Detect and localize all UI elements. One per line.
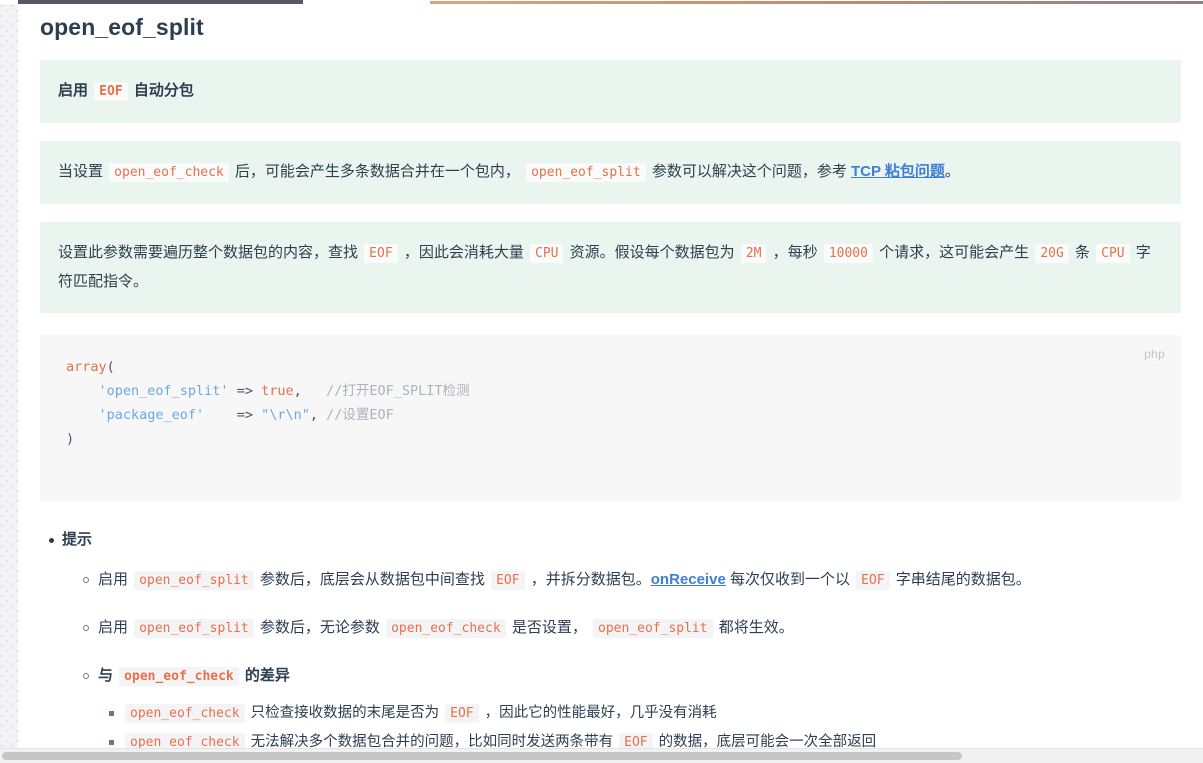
- note-1-t2: 后，可能会产生多条数据合并在一个包内，: [230, 163, 525, 180]
- top-bar-segment-left: [18, 0, 303, 4]
- top-bar-segment-right: [430, 1, 1203, 4]
- summary-callout: 启用 EOF 自动分包: [40, 60, 1181, 123]
- inline-code-open-eof-split: open_eof_split: [526, 163, 646, 182]
- inline-code-2m: 2M: [740, 244, 767, 263]
- code-token-paren-open: (: [106, 359, 115, 375]
- inline-code-eof-2: EOF: [364, 244, 398, 263]
- inline-code-cpu-1: CPU: [530, 244, 564, 263]
- horizontal-scrollbar[interactable]: [0, 748, 1203, 763]
- inline-code-diff-1-b: EOF: [445, 704, 479, 723]
- code-token-key-1: 'open_eof_split': [98, 383, 229, 399]
- link-onreceive[interactable]: onReceive: [651, 571, 726, 588]
- code-token-comment-2: //设置EOF: [318, 407, 394, 423]
- tips-list-heading: 提示 启用 open_eof_split 参数后，底层会从数据包中间查找 EOF…: [49, 527, 1181, 749]
- left-gutter: [0, 4, 18, 763]
- diff-t1: 与: [98, 667, 118, 684]
- diff-list: open_eof_check 只检查接收数据的末尾是否为 EOF ，因此它的性能…: [98, 701, 1181, 749]
- tip-1-t5: 字串结尾的数据包。: [891, 571, 1031, 588]
- inline-code-open-eof-split-tip2-b: open_eof_split: [593, 619, 713, 638]
- top-bar-gap: [303, 0, 430, 4]
- document-scroll-area[interactable]: open_eof_split 启用 EOF 自动分包 当设置 open_eof_…: [18, 4, 1203, 749]
- summary-callout-text: 启用 EOF 自动分包: [58, 77, 1163, 106]
- note-1-text: 当设置 open_eof_check 后，可能会产生多条数据合并在一个包内， o…: [58, 158, 1163, 187]
- horizontal-scrollbar-thumb[interactable]: [2, 752, 962, 760]
- diff-1-t2: ，因此它的性能最好，几乎没有消耗: [480, 705, 717, 721]
- tip-2-t2: 参数后，无论参数: [255, 619, 385, 636]
- summary-text-1: 启用: [58, 82, 93, 99]
- code-token-value-1: true: [261, 383, 294, 399]
- tip-2-t4: 都将生效。: [714, 619, 794, 636]
- inline-code-10000: 10000: [823, 244, 873, 263]
- inline-code-open-eof-check-tip2: open_eof_check: [386, 619, 506, 638]
- tip-1-t1: 启用: [98, 571, 133, 588]
- tip-item-diff: 与 open_eof_check 的差异 open_eof_check 只检查接…: [83, 663, 1181, 749]
- page-title: open_eof_split: [40, 14, 204, 40]
- tips-list: 提示 启用 open_eof_split 参数后，底层会从数据包中间查找 EOF…: [40, 527, 1181, 749]
- code-block-content: array( 'open_eof_split' => true, //打开EOF…: [66, 355, 1163, 451]
- note-1-t4: 。: [944, 163, 960, 180]
- tips-heading-label: 提示: [62, 531, 93, 548]
- code-language-label: php: [1144, 347, 1165, 361]
- inline-code-eof: EOF: [94, 82, 128, 101]
- note-2-t5: 个请求，这可能会产生: [874, 244, 1034, 261]
- inline-code-20g: 20G: [1035, 244, 1069, 263]
- note-2-t3: 资源。假设每个数据包为: [565, 244, 739, 261]
- note-2-t1: 设置此参数需要遍历整个数据包的内容，查找: [58, 244, 363, 261]
- code-token-comment-1: //打开EOF_SPLIT检测: [301, 383, 470, 399]
- inline-code-eof-tip1-a: EOF: [491, 571, 525, 590]
- tip-1-t3: ，并拆分数据包。: [526, 571, 651, 588]
- tip-2-t3: 是否设置，: [507, 619, 592, 636]
- diff-1-t1: 只检查接收数据的末尾是否为: [246, 705, 444, 721]
- inline-code-open-eof-check-diff: open_eof_check: [119, 667, 239, 686]
- diff-2-t1: 无法解决多个数据包合并的问题，比如同时发送两条带有: [246, 734, 618, 749]
- tip-item-1: 启用 open_eof_split 参数后，底层会从数据包中间查找 EOF ，并…: [83, 567, 1181, 594]
- note-1-t3: 参数可以解决这个问题，参考: [647, 163, 852, 180]
- code-token-paren-close: ): [66, 431, 75, 447]
- inline-code-cpu-2: CPU: [1096, 244, 1130, 263]
- code-token-comma-2: ,: [309, 407, 319, 423]
- inline-code-diff-1-a: open_eof_check: [125, 704, 245, 723]
- link-tcp-sticky-packet[interactable]: TCP 粘包问题: [851, 163, 945, 180]
- code-token-arrow-1: =>: [228, 383, 262, 399]
- tip-1-t2: 参数后，底层会从数据包中间查找: [255, 571, 490, 588]
- inline-code-diff-2-b: EOF: [619, 733, 653, 749]
- code-token-comma-1: ,: [293, 383, 302, 399]
- code-token-key-2: 'package_eof': [98, 407, 205, 423]
- inline-code-open-eof-split-tip1: open_eof_split: [134, 571, 254, 590]
- note-2-text: 设置此参数需要遍历整个数据包的内容，查找 EOF ，因此会消耗大量 CPU 资源…: [58, 239, 1163, 296]
- inline-code-diff-2-a: open_eof_check: [125, 733, 245, 749]
- note-1-t1: 当设置: [58, 163, 108, 180]
- note-callout-1: 当设置 open_eof_check 后，可能会产生多条数据合并在一个包内， o…: [40, 141, 1181, 204]
- code-block[interactable]: php array( 'open_eof_split' => true, //打…: [40, 335, 1181, 501]
- code-token-arrow-2: =>: [204, 407, 262, 423]
- code-token-value-2: "\r\n": [261, 407, 310, 423]
- tip-item-2: 启用 open_eof_split 参数后，无论参数 open_eof_chec…: [83, 615, 1181, 642]
- document-content: open_eof_split 启用 EOF 自动分包 当设置 open_eof_…: [18, 12, 1203, 749]
- summary-text-2: 自动分包: [129, 82, 194, 99]
- code-token-array: array: [66, 359, 107, 375]
- tip-2-t1: 启用: [98, 619, 133, 636]
- tips-sublist: 启用 open_eof_split 参数后，底层会从数据包中间查找 EOF ，并…: [62, 567, 1181, 749]
- diff-t2: 的差异: [240, 667, 290, 684]
- top-toolbar-strip: [0, 0, 1203, 4]
- diff-2-t2: 的数据，底层可能会一次全部返回: [654, 734, 877, 749]
- inline-code-open-eof-split-tip2-a: open_eof_split: [134, 619, 254, 638]
- diff-row-1: open_eof_check 只检查接收数据的末尾是否为 EOF ，因此它的性能…: [109, 701, 1181, 726]
- note-callout-2: 设置此参数需要遍历整个数据包的内容，查找 EOF ，因此会消耗大量 CPU 资源…: [40, 222, 1181, 313]
- note-2-t6: 条: [1070, 244, 1095, 261]
- note-2-t4: ，每秒: [768, 244, 822, 261]
- diff-row-2: open_eof_check 无法解决多个数据包合并的问题，比如同时发送两条带有…: [109, 730, 1181, 749]
- tip-1-t4: 每次仅收到一个以: [725, 571, 855, 588]
- note-2-t2: ，因此会消耗大量: [399, 244, 528, 261]
- inline-code-eof-tip1-b: EOF: [856, 571, 890, 590]
- inline-code-open-eof-check: open_eof_check: [109, 163, 229, 182]
